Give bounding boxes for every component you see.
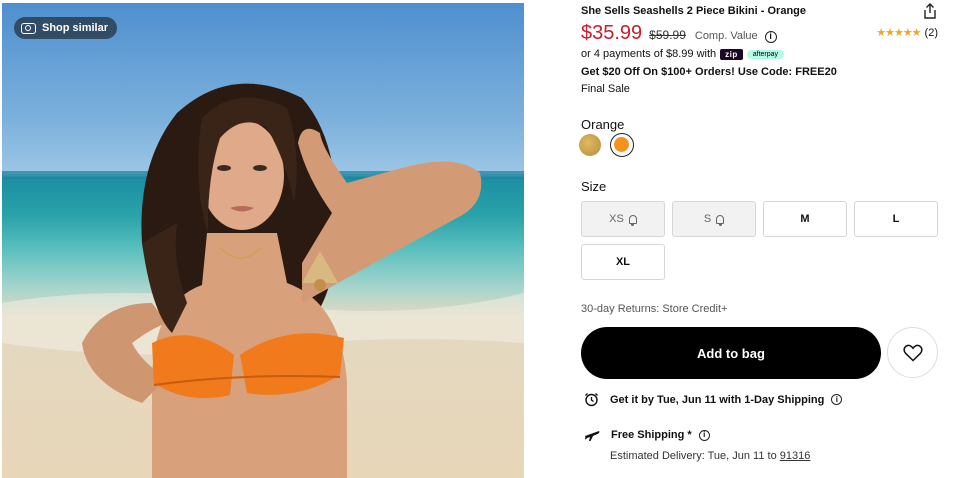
color-swatch-gold[interactable] [579,134,601,156]
product-details: She Sells Seashells 2 Piece Bikini - Ora… [579,0,941,478]
returns-policy[interactable]: 30-day Returns: Store Credit+ [581,303,727,315]
bell-icon [628,214,637,226]
compare-value-label: Comp. Value [694,30,758,42]
sale-price: $35.99 [581,22,643,44]
fast-shipping-text: Get it by Tue, Jun 11 with 1-Day Shippin… [610,393,825,406]
info-icon[interactable]: i [831,394,843,405]
color-swatch-orange[interactable] [610,133,634,157]
size-option-label: XL [615,256,631,268]
price-row: $35.99 $59.99 Comp. Value i [581,22,777,45]
zip-logo[interactable]: zip [720,48,743,60]
rating-count: (2) [924,26,938,39]
shop-similar-label: Shop similar [42,22,109,34]
estimated-delivery: Estimated Delivery: Tue, Jun 11 to 91316 [610,450,810,462]
installments-row: or 4 payments of $8.99 with zip afterpay [581,48,785,60]
product-photo-illustration [2,83,524,478]
size-option-xl[interactable]: XL [581,244,665,280]
color-label: Orange [581,117,625,132]
promo-text: Get $20 Off On $100+ Orders! Use Code: F… [581,66,837,78]
afterpay-logo[interactable]: afterpay [746,49,785,59]
star-rating-icon: ★★★★★ [876,27,921,39]
compare-price: $59.99 [649,28,686,42]
share-icon[interactable] [923,3,937,19]
heart-icon [902,344,923,362]
info-icon[interactable]: i [764,30,777,43]
installments-text: or 4 payments of $8.99 with [581,48,717,60]
size-option-s[interactable]: S [672,201,756,237]
bell-icon [716,214,725,226]
size-option-label: S [703,213,712,225]
size-label: Size [581,179,607,194]
shop-similar-button[interactable]: Shop similar [14,17,118,39]
size-option-l[interactable]: L [854,201,938,237]
estimated-delivery-text: Estimated Delivery: Tue, Jun 11 to [610,450,777,462]
size-option-label: M [800,213,810,225]
fast-shipping-row: Get it by Tue, Jun 11 with 1-Day Shippin… [584,392,843,407]
delivery-zipcode-link[interactable]: 91316 [780,450,811,462]
size-option-label: XS [609,213,624,225]
product-title: She Sells Seashells 2 Piece Bikini - Ora… [581,5,806,17]
product-image: Shop similar [2,3,524,478]
size-option-m[interactable]: M [763,201,847,237]
add-to-bag-button[interactable]: Add to bag [581,327,881,379]
size-option-xs[interactable]: XS [581,201,665,237]
alarm-clock-icon [585,393,598,407]
size-option-label: L [892,213,900,225]
wishlist-button[interactable] [887,327,938,378]
info-icon[interactable]: i [698,429,710,441]
free-shipping-text: Free Shipping * [611,429,692,441]
rating[interactable]: ★★★★★ (2) [876,26,938,40]
free-shipping-row: Free Shipping * i [584,428,710,442]
final-sale-label: Final Sale [581,83,630,95]
airplane-icon [585,431,600,441]
camera-icon [21,22,36,34]
